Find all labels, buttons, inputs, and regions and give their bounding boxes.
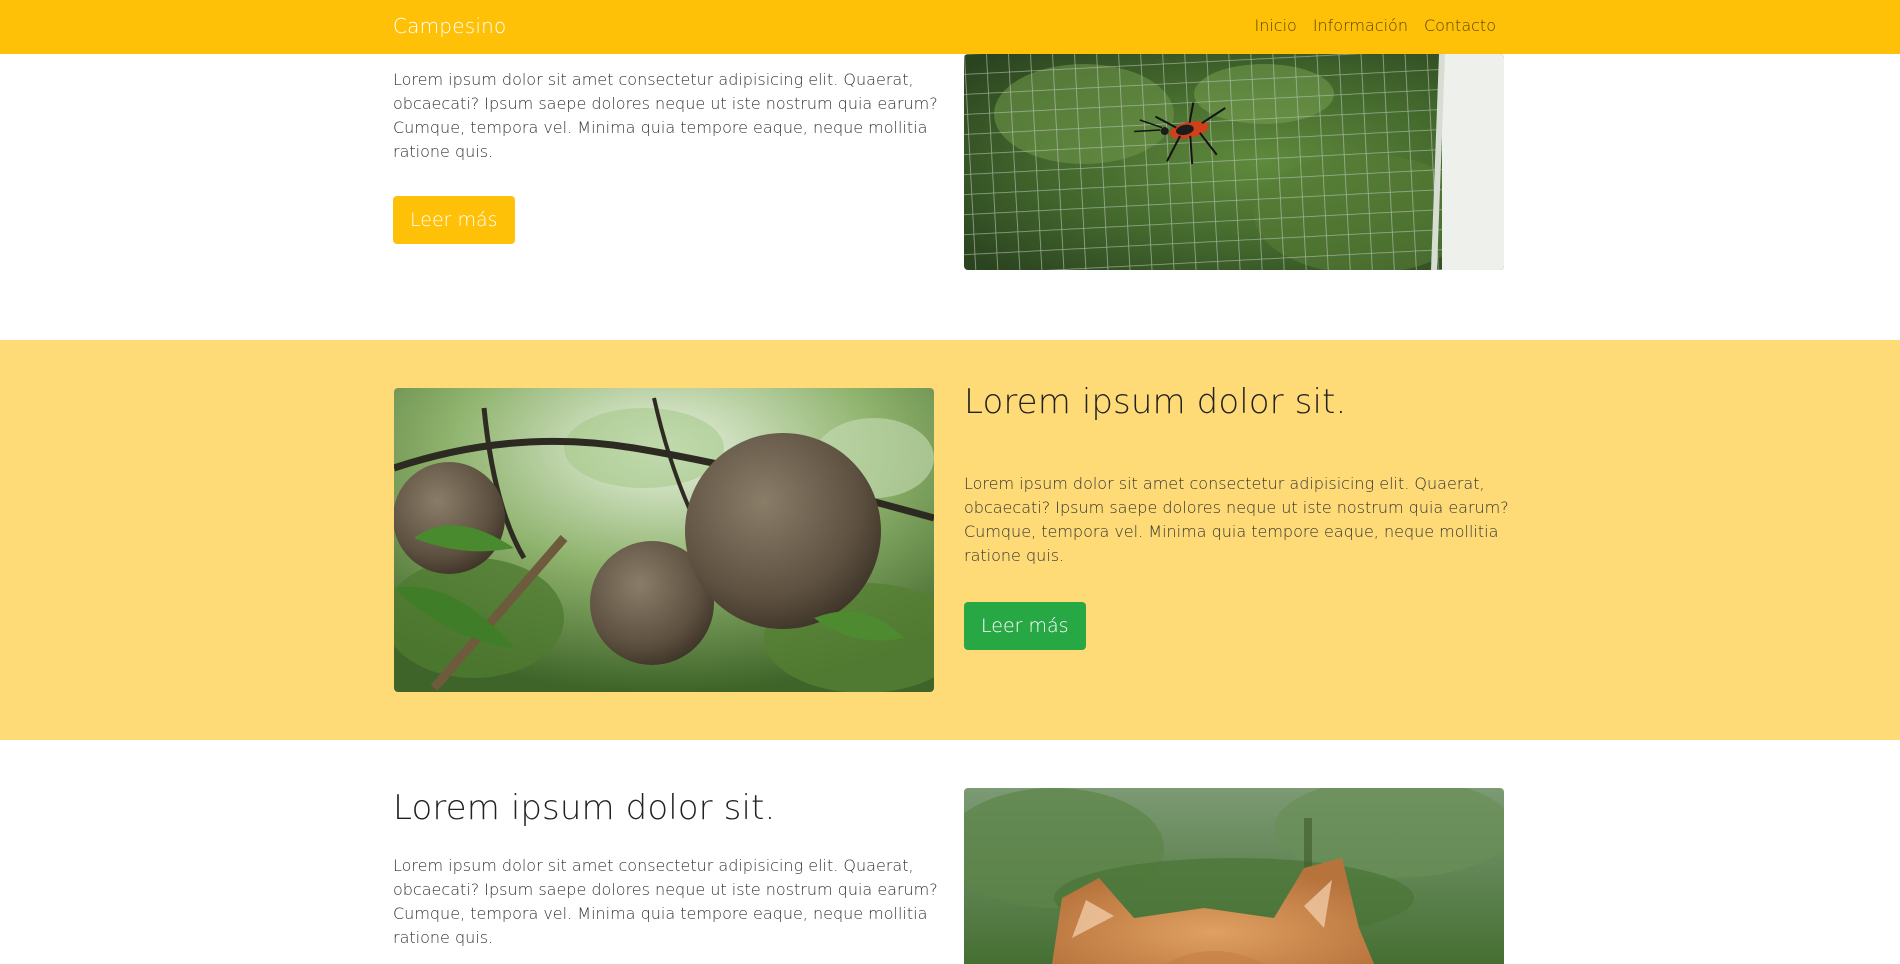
nav-links: Inicio Información Contacto <box>1254 16 1496 35</box>
read-more-button-1[interactable]: Leer más <box>393 196 515 244</box>
nav-link-contacto[interactable]: Contacto <box>1424 16 1496 35</box>
section-1: Lorem ipsum dolor sit amet consectetur a… <box>0 54 1900 340</box>
section-2-paragraph: Lorem ipsum dolor sit amet consectetur a… <box>964 474 1509 565</box>
cat-photo <box>964 788 1504 964</box>
section-2: Lorem ipsum dolor sit. Lorem ipsum dolor… <box>0 340 1900 740</box>
section-3-paragraph: Lorem ipsum dolor sit amet consectetur a… <box>393 856 938 947</box>
navbar: Campesino Inicio Información Contacto <box>0 0 1900 54</box>
fruit-tree-photo <box>394 388 934 692</box>
nav-link-informacion[interactable]: Información <box>1313 16 1408 35</box>
read-more-button-2[interactable]: Leer más <box>964 602 1086 650</box>
nav-link-inicio[interactable]: Inicio <box>1254 16 1296 35</box>
brand-link[interactable]: Campesino <box>393 14 506 38</box>
section-3-heading: Lorem ipsum dolor sit. <box>393 788 776 828</box>
section-3: Lorem ipsum dolor sit. Lorem ipsum dolor… <box>0 740 1900 964</box>
section-2-heading: Lorem ipsum dolor sit. <box>964 382 1347 422</box>
section-1-paragraph: Lorem ipsum dolor sit amet consectetur a… <box>393 70 938 161</box>
insect-photo <box>964 54 1504 270</box>
